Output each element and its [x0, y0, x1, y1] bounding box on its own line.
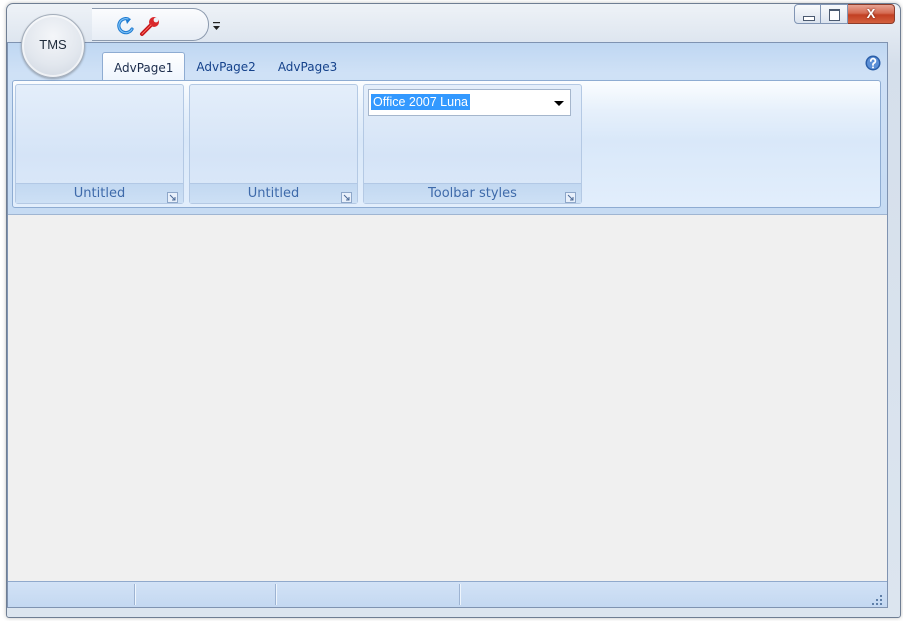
help-icon — [865, 55, 881, 71]
ribbon-page-advpage1: Untitled Untitled Office 2007 Luna Toolb… — [12, 80, 881, 208]
application-menu-button[interactable]: TMS — [21, 14, 85, 78]
dialog-launcher-icon — [167, 192, 178, 203]
chevron-down-icon[interactable] — [554, 101, 564, 106]
ribbon-group-untitled-2: Untitled — [189, 84, 358, 204]
help-button[interactable] — [865, 55, 881, 71]
group-caption-label: Untitled — [73, 186, 126, 201]
group-caption: Untitled — [16, 183, 183, 203]
window-caption-buttons: X — [794, 4, 895, 28]
tab-advpage2[interactable]: AdvPage2 — [185, 52, 266, 80]
redo-arrow-icon — [117, 17, 134, 35]
status-panel — [135, 584, 276, 605]
toolbar-style-value: Office 2007 Luna — [371, 94, 470, 110]
ribbon: AdvPage1 AdvPage2 AdvPage3 Untitled Unti… — [8, 43, 887, 215]
maximize-button[interactable] — [821, 4, 848, 24]
status-panel — [8, 584, 135, 605]
ribbon-group-untitled-1: Untitled — [15, 84, 184, 204]
status-bar — [8, 581, 887, 607]
resize-grip-icon[interactable] — [871, 591, 883, 605]
minimize-button[interactable] — [794, 4, 821, 24]
close-button[interactable]: X — [848, 4, 895, 24]
application-menu-label: TMS — [39, 37, 67, 52]
resize-grip-dots — [872, 595, 882, 605]
wrench-icon — [140, 17, 159, 36]
customize-dropdown-icon — [213, 22, 220, 30]
group-options-button[interactable] — [167, 188, 178, 203]
dialog-launcher-icon — [565, 192, 576, 203]
ribbon-group-toolbar-styles: Office 2007 Luna Toolbar styles — [363, 84, 582, 204]
group-caption-label: Untitled — [247, 186, 300, 201]
quick-access-toolbar — [92, 8, 209, 41]
group-caption: Untitled — [190, 183, 357, 203]
customize-quick-access-button[interactable] — [212, 18, 222, 32]
group-caption: Toolbar styles — [364, 183, 581, 203]
dialog-launcher-icon — [341, 192, 352, 203]
redo-button[interactable] — [115, 15, 137, 37]
group-options-button[interactable] — [341, 188, 352, 203]
tab-advpage1[interactable]: AdvPage1 — [102, 52, 186, 81]
group-caption-label: Toolbar styles — [428, 186, 517, 201]
tab-advpage3[interactable]: AdvPage3 — [267, 52, 348, 80]
status-panel — [276, 584, 460, 605]
ribbon-tabs: AdvPage1 AdvPage2 AdvPage3 — [102, 52, 348, 81]
tools-button[interactable] — [139, 15, 161, 37]
group-options-button[interactable] — [565, 188, 576, 203]
close-icon: X — [866, 6, 876, 21]
toolbar-style-combobox[interactable]: Office 2007 Luna — [368, 89, 571, 116]
